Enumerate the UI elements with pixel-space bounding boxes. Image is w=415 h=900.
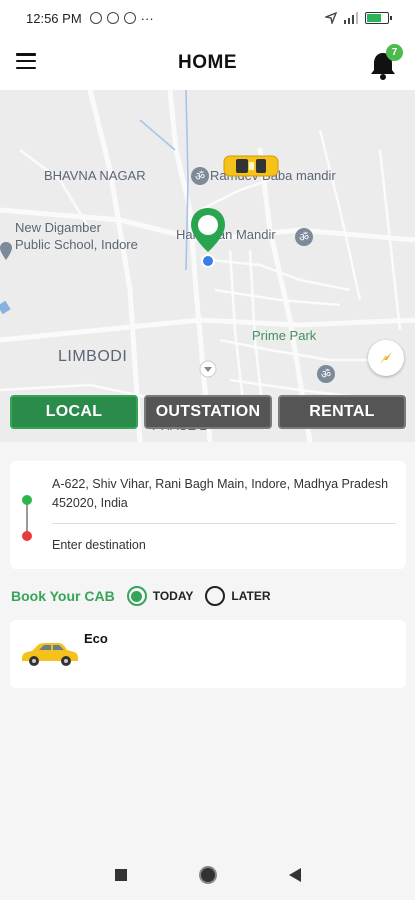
map-label-prime-park: Prime Park bbox=[252, 328, 317, 343]
compass-button[interactable] bbox=[368, 340, 404, 376]
temple-icon: ॐ bbox=[317, 365, 335, 383]
svg-text:ॐ: ॐ bbox=[321, 368, 331, 381]
taxi-marker-icon bbox=[223, 155, 279, 177]
notification-badge: 7 bbox=[386, 44, 403, 61]
temple-icon: ॐ bbox=[295, 228, 313, 246]
app-header: HOME 7 bbox=[0, 36, 415, 90]
tab-rental[interactable]: RENTAL bbox=[278, 395, 406, 429]
pickup-address[interactable]: A-622, Shiv Vihar, Rani Bagh Main, Indor… bbox=[52, 475, 392, 513]
cab-name: Eco bbox=[84, 631, 108, 646]
app-notification-icon bbox=[106, 12, 119, 24]
later-radio[interactable] bbox=[205, 586, 226, 606]
system-nav-bar bbox=[0, 850, 415, 900]
svg-text:ॐ: ॐ bbox=[299, 231, 309, 244]
battery-icon bbox=[365, 12, 392, 24]
trip-type-tabs: LOCAL OUTSTATION RENTAL bbox=[10, 395, 406, 429]
map-label-limbodi: LIMBODI bbox=[58, 348, 128, 365]
whatsapp-icon bbox=[123, 12, 136, 24]
today-radio[interactable] bbox=[126, 586, 147, 606]
back-button[interactable] bbox=[288, 867, 302, 883]
booking-time-row: Book Your CAB TODAY LATER bbox=[11, 584, 407, 608]
destination-input[interactable]: Enter destination bbox=[52, 538, 146, 552]
status-bar: 12:56 PM ··· bbox=[0, 0, 415, 36]
map-scroll-indicator-icon bbox=[199, 360, 217, 378]
location-arrow-icon bbox=[325, 12, 337, 24]
address-card: A-622, Shiv Vihar, Rani Bagh Main, Indor… bbox=[10, 461, 406, 569]
map-label-school-line2: Public School, Indore bbox=[15, 237, 138, 252]
temple-icon: ॐ bbox=[191, 167, 209, 185]
tab-outstation[interactable]: OUTSTATION bbox=[144, 395, 272, 429]
triangle-back-icon bbox=[288, 868, 301, 882]
car-icon bbox=[22, 643, 78, 666]
circle-icon bbox=[198, 866, 217, 884]
map-view[interactable]: BHAVNA NAGAR Ramdev Baba mandir New Diga… bbox=[0, 90, 415, 442]
app-notification-icon bbox=[89, 12, 102, 24]
today-label[interactable]: TODAY bbox=[153, 589, 194, 603]
status-system-icons bbox=[325, 12, 392, 24]
status-time: 12:56 PM bbox=[26, 10, 82, 26]
square-icon bbox=[114, 869, 127, 881]
location-pin-icon bbox=[191, 208, 225, 268]
tab-local[interactable]: LOCAL bbox=[10, 395, 138, 429]
pickup-dot-icon bbox=[22, 495, 32, 505]
later-label[interactable]: LATER bbox=[231, 589, 270, 603]
map-label-school-line1: New Digamber bbox=[15, 220, 101, 235]
school-place-icon bbox=[0, 242, 12, 260]
more-notifications-icon: ··· bbox=[140, 10, 154, 26]
notifications-button[interactable]: 7 bbox=[369, 44, 403, 82]
book-cab-label: Book Your CAB bbox=[11, 588, 115, 604]
cab-option-eco[interactable]: Eco bbox=[10, 620, 406, 688]
svg-text:ॐ: ॐ bbox=[195, 170, 205, 183]
menu-icon[interactable] bbox=[16, 53, 36, 69]
divider bbox=[52, 523, 396, 524]
home-button[interactable] bbox=[198, 865, 218, 885]
recent-apps-button[interactable] bbox=[114, 868, 128, 882]
signal-icon bbox=[344, 12, 358, 24]
compass-icon bbox=[380, 352, 392, 364]
map-label-bhavna-nagar: BHAVNA NAGAR bbox=[44, 168, 146, 183]
drop-dot-icon bbox=[22, 531, 32, 541]
status-notification-icons: ··· bbox=[89, 10, 154, 26]
page-title: HOME bbox=[178, 52, 237, 73]
